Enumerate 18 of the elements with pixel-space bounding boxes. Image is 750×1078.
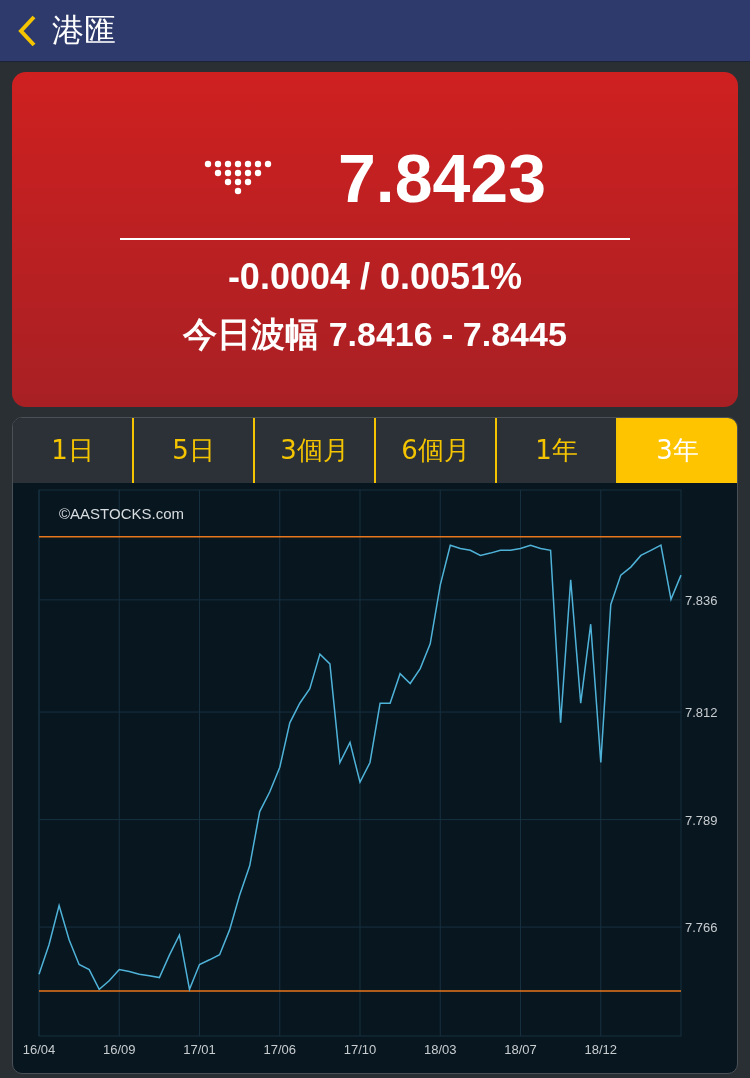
- page-title: 港匯: [52, 9, 116, 51]
- axis-label: 18/12: [584, 1042, 617, 1057]
- axis-label: 7.789: [685, 812, 718, 828]
- axis-label: 18/07: [504, 1042, 537, 1057]
- axis-label: 7.836: [685, 592, 718, 608]
- period-tab[interactable]: 1日: [13, 418, 134, 483]
- price: 7.8423: [338, 139, 546, 217]
- axis-label: 16/04: [22, 1042, 56, 1057]
- axis-label: 17/06: [263, 1042, 296, 1057]
- axis-label: 18/03: [424, 1042, 457, 1057]
- axis-label: 17/01: [183, 1042, 216, 1057]
- chart-credit: ©AASTOCKS.com: [59, 505, 184, 522]
- axis-label: 16/09: [103, 1042, 136, 1057]
- axis-label: 7.812: [685, 705, 718, 721]
- axis-label: 17/10: [343, 1042, 377, 1057]
- day-range: 今日波幅 7.8416 - 7.8445: [183, 314, 567, 355]
- axis-label: 7.766: [685, 920, 718, 936]
- price-change: -0.0004 / 0.0051%: [227, 256, 523, 298]
